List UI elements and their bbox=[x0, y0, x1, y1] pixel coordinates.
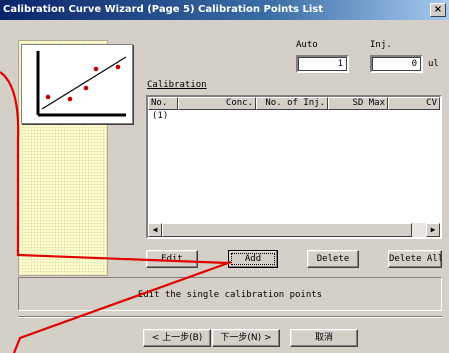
column-header-no-of-inj[interactable]: No. of Inj. bbox=[256, 97, 328, 110]
calibration-points-list[interactable]: No. Conc. No. of Inj. SD Max CV (1) ◀ ▶ bbox=[146, 95, 442, 239]
inj-unit-label: ul bbox=[428, 59, 439, 69]
window-titlebar: Calibration Curve Wizard (Page 5) Calibr… bbox=[0, 0, 449, 20]
hint-text: Edit the single calibration points bbox=[137, 290, 323, 300]
chart-point bbox=[83, 85, 89, 91]
column-header-sd-max[interactable]: SD Max bbox=[328, 97, 388, 110]
inj-field[interactable]: 0 bbox=[370, 55, 423, 73]
back-button[interactable]: < 上一步(B) bbox=[143, 329, 211, 347]
horizontal-scrollbar[interactable]: ◀ ▶ bbox=[148, 223, 440, 237]
list-header: No. Conc. No. of Inj. SD Max CV bbox=[148, 97, 440, 110]
cancel-button[interactable]: 取消 bbox=[290, 329, 358, 347]
calibration-label: Calibration bbox=[147, 80, 207, 90]
chart-point bbox=[93, 66, 99, 72]
chart-point bbox=[45, 94, 51, 100]
column-header-cv[interactable]: CV bbox=[388, 97, 440, 110]
window-title: Calibration Curve Wizard (Page 5) Calibr… bbox=[3, 4, 323, 15]
chart-point bbox=[115, 64, 121, 70]
auto-field[interactable]: 1 bbox=[296, 55, 349, 73]
scrollbar-thumb[interactable] bbox=[162, 223, 412, 237]
column-header-conc[interactable]: Conc. bbox=[178, 97, 256, 110]
chart-trend-line bbox=[41, 56, 127, 110]
inj-label: Inj. bbox=[370, 40, 392, 50]
auto-label: Auto bbox=[296, 40, 318, 50]
calibration-chart-illustration bbox=[21, 44, 133, 124]
close-icon[interactable]: × bbox=[430, 3, 446, 17]
chart-point bbox=[67, 96, 73, 102]
edit-button[interactable]: Edit bbox=[146, 250, 198, 268]
delete-button[interactable]: Delete bbox=[307, 250, 359, 268]
scroll-left-icon[interactable]: ◀ bbox=[148, 223, 162, 237]
scroll-right-icon[interactable]: ▶ bbox=[426, 223, 440, 237]
delete-all-button[interactable]: Delete All bbox=[388, 250, 442, 268]
separator bbox=[18, 316, 442, 318]
next-button[interactable]: 下一步(N) > bbox=[212, 329, 280, 347]
hint-panel: Edit the single calibration points bbox=[18, 277, 442, 311]
add-button[interactable]: Add bbox=[228, 250, 278, 268]
list-item[interactable]: (1) bbox=[152, 111, 168, 121]
column-header-no[interactable]: No. bbox=[148, 97, 178, 110]
chart-graphic bbox=[36, 51, 127, 117]
